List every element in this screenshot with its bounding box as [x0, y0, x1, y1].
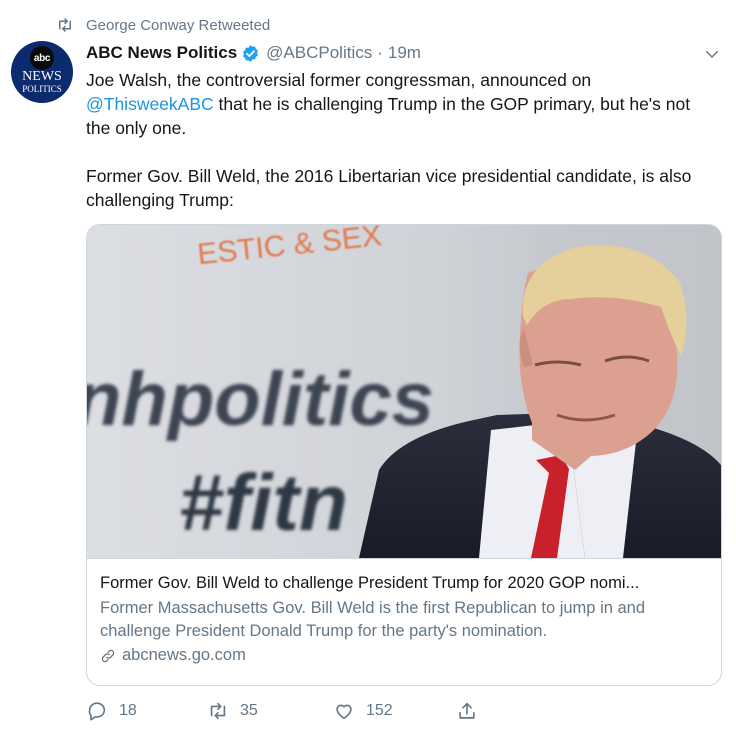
- tweet-text: Joe Walsh, the controversial former cong…: [86, 68, 716, 212]
- heart-icon: [333, 700, 355, 722]
- card-domain-text: abcnews.go.com: [122, 646, 246, 664]
- reply-button[interactable]: 18: [86, 697, 137, 725]
- tweet-text-part: Joe Walsh, the controversial former cong…: [86, 70, 592, 90]
- separator-dot: ·: [377, 43, 383, 62]
- card-title[interactable]: Former Gov. Bill Weld to challenge Presi…: [100, 572, 707, 595]
- card-image[interactable]: ESTIC & SEX nhpolitics #fitn: [87, 225, 721, 558]
- mention-link[interactable]: @ThisweekABC: [86, 94, 214, 114]
- tweet-header: ABC News Politics @ABCPolitics · 19m: [86, 41, 421, 65]
- tweet-paragraph-2: Former Gov. Bill Weld, the 2016 Libertar…: [86, 166, 692, 210]
- avatar-politics-text: POLITICS: [22, 84, 62, 94]
- verified-badge-icon: [241, 44, 260, 63]
- avatar[interactable]: abc NEWS POLITICS: [11, 41, 73, 103]
- avatar-news-text: NEWS: [22, 69, 62, 84]
- retweet-icon: [55, 16, 75, 34]
- tweet-actions: 18 35 152: [86, 697, 506, 725]
- tweet-paragraph-1: Joe Walsh, the controversial former cong…: [86, 68, 716, 140]
- reply-count: 18: [119, 702, 137, 719]
- link-card[interactable]: ESTIC & SEX nhpolitics #fitn Former Gov.…: [86, 224, 722, 686]
- like-count: 152: [366, 702, 393, 719]
- link-icon: [100, 648, 116, 664]
- card-domain[interactable]: abcnews.go.com: [100, 646, 707, 665]
- card-body[interactable]: Former Gov. Bill Weld to challenge Presi…: [87, 558, 721, 685]
- retweet-icon: [207, 700, 229, 722]
- retweet-context: George Conway Retweeted: [55, 14, 270, 36]
- retweet-button[interactable]: 35: [207, 697, 258, 725]
- like-button[interactable]: 152: [333, 697, 393, 725]
- chevron-down-icon[interactable]: [703, 45, 721, 63]
- tweet-timestamp[interactable]: 19m: [388, 43, 421, 63]
- share-icon: [456, 700, 478, 722]
- share-button[interactable]: [456, 697, 489, 725]
- avatar-abc-logo: abc: [30, 46, 54, 70]
- author-handle[interactable]: @ABCPolitics: [266, 43, 372, 63]
- card-description: Former Massachusetts Gov. Bill Weld is t…: [100, 599, 646, 640]
- card-image-mid-text: nhpolitics: [87, 357, 434, 442]
- author-name[interactable]: ABC News Politics: [86, 43, 237, 63]
- retweet-count: 35: [240, 702, 258, 719]
- reply-icon: [86, 700, 108, 722]
- card-image-bottom-text: #fitn: [179, 458, 348, 547]
- retweeted-by-text[interactable]: George Conway Retweeted: [86, 17, 270, 34]
